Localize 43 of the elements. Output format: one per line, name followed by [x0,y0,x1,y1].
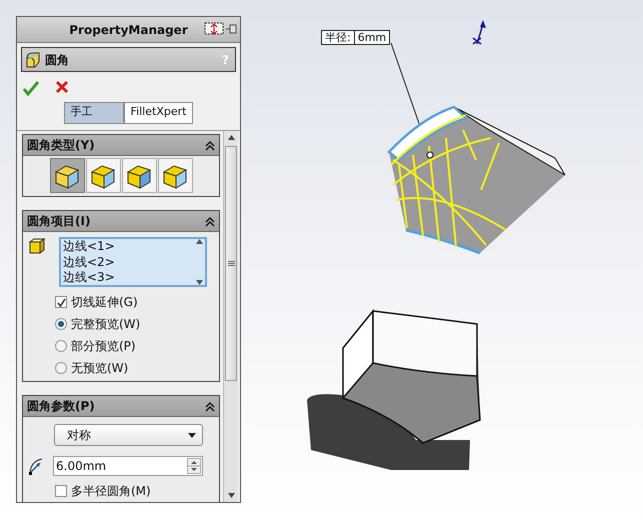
triad-arrow-icon [472,20,486,45]
feature-title: 圆角 [45,52,69,68]
fillet-method-dropdown[interactable]: 对称 [54,424,203,446]
fillet-type-button[interactable] [50,158,84,193]
scroll-up-icon[interactable] [196,239,202,244]
scroll-thumb[interactable] [225,146,237,381]
checkbox-label: 多半径圆角(M) [71,483,151,500]
fillet-type-button[interactable] [86,158,120,193]
fillet-type-button[interactable] [122,158,156,193]
cube-icon [28,237,46,255]
scroll-up-icon[interactable] [228,135,234,140]
edge-selection-list[interactable]: 边线<1> 边线<2> 边线<3> [59,237,207,287]
radio-label: 完整预览(W) [71,316,140,333]
edge-list-item[interactable]: 边线<1> [63,239,193,254]
radio-button[interactable] [55,362,67,374]
panel-scrollbar[interactable] [223,131,238,502]
fillet-type-button[interactable] [158,158,192,193]
checkbox[interactable] [55,296,67,308]
radio-button[interactable] [55,340,67,352]
checkbox-label: 切线延伸(G) [71,294,138,311]
edge-list-item[interactable]: 边线<2> [63,254,193,270]
radius-callout: 半径: 6mm [321,30,390,45]
panel-title: PropertyManager [69,22,188,38]
caret-icon [188,432,196,438]
mode-tab[interactable]: 手工 [64,102,124,124]
radio-button[interactable] [55,318,67,330]
section-title: 圆角项目(I) [27,213,90,230]
pin-icon[interactable] [204,22,238,36]
ok-checkmark-icon[interactable] [23,80,39,96]
spin-buttons[interactable] [187,458,201,474]
radio-label: 部分预览(P) [71,338,136,355]
mode-tab[interactable]: FilletXpert [124,102,194,124]
scroll-down-icon[interactable] [228,493,234,498]
checkbox[interactable] [55,485,67,497]
radius-input-field[interactable]: 6.00mm [53,456,203,476]
section-title: 圆角参数(P) [27,398,95,415]
scroll-down-icon[interactable] [196,280,202,285]
radio-label: 无预览(W) [71,360,128,377]
cancel-close-icon[interactable] [55,80,69,94]
list-scrollbar[interactable] [193,239,205,285]
edge-list-item[interactable]: 边线<3> [63,270,193,286]
section-title: 圆角类型(Y) [27,137,95,154]
fillet-icon [24,50,42,68]
